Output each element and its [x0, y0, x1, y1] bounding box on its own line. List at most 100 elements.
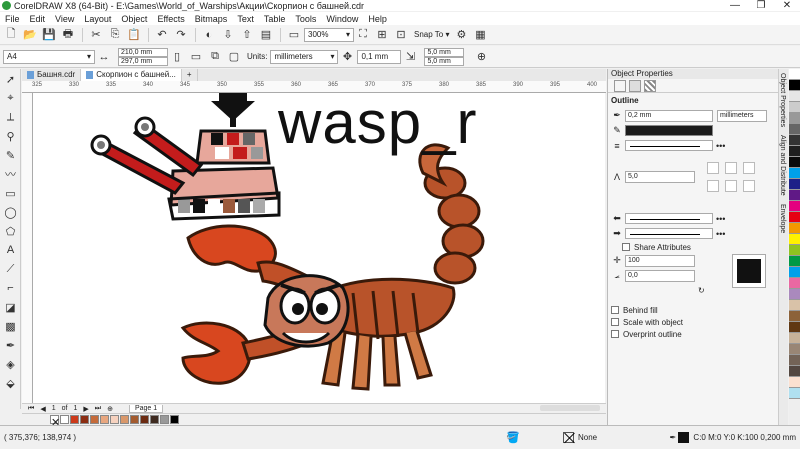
menu-layout[interactable]: Layout	[79, 14, 116, 24]
outline-tab-icon[interactable]	[614, 79, 626, 92]
menu-bitmaps[interactable]: Bitmaps	[190, 14, 233, 24]
search-content-icon[interactable]: ◐	[200, 27, 218, 43]
line-style-select[interactable]	[625, 140, 713, 151]
palette-swatch[interactable]	[789, 146, 800, 157]
palette-swatch[interactable]	[789, 245, 800, 256]
duplicate-x-field[interactable]: 5,0 mm	[424, 47, 465, 57]
new-tab-button[interactable]: +	[182, 69, 198, 81]
palette-swatch[interactable]	[789, 190, 800, 201]
drawing-canvas[interactable]: wasp_r	[33, 93, 605, 403]
undo-icon[interactable]: ↶	[153, 27, 171, 43]
last-page-icon[interactable]: ⏭	[95, 405, 101, 413]
stretch-field[interactable]: 100	[625, 254, 695, 267]
overprint-outline-checkbox[interactable]	[611, 330, 619, 338]
menu-tools[interactable]: Tools	[290, 14, 321, 24]
export-icon[interactable]: ⇧	[238, 27, 256, 43]
angle-field[interactable]: 0,0	[625, 269, 695, 282]
transparency-tool-icon[interactable]: ▩	[1, 317, 20, 335]
palette-swatch[interactable]	[789, 179, 800, 190]
ellipse-tool-icon[interactable]: ◯	[1, 203, 20, 221]
palette-swatch[interactable]	[789, 91, 800, 102]
transparency-tab-icon[interactable]	[644, 79, 656, 92]
corner-miter-icon[interactable]	[707, 162, 719, 174]
more-options-icon[interactable]: •••	[716, 214, 725, 224]
docker-tab-object-properties[interactable]: Object Properties	[779, 69, 786, 131]
menu-object[interactable]: Object	[116, 14, 152, 24]
behind-fill-checkbox[interactable]	[611, 306, 619, 314]
parallel-dimension-icon[interactable]: ⟋	[1, 260, 20, 278]
palette-swatch[interactable]	[789, 377, 800, 388]
palette-swatch[interactable]	[789, 388, 800, 399]
start-arrow-select[interactable]	[625, 213, 713, 224]
palette-swatch[interactable]	[120, 414, 129, 424]
palette-swatch[interactable]	[789, 135, 800, 146]
horizontal-ruler[interactable]: 325 330 335 340 345 350 355 360 365 370 …	[22, 81, 606, 93]
fill-indicator[interactable]: None	[563, 432, 597, 443]
page-size-select[interactable]: A4 ▾	[3, 49, 95, 64]
palette-swatch[interactable]	[789, 168, 800, 179]
add-icon[interactable]: ⊕	[472, 49, 490, 65]
cut-icon[interactable]: ✂	[87, 27, 105, 43]
menu-text[interactable]: Text	[232, 14, 259, 24]
outline-units-select[interactable]: millimeters	[717, 109, 767, 122]
menu-file[interactable]: File	[0, 14, 25, 24]
palette-swatch[interactable]	[789, 102, 800, 113]
corner-bevel-icon[interactable]	[743, 162, 755, 174]
minimize-button[interactable]: —	[722, 0, 748, 11]
palette-swatch[interactable]	[789, 157, 800, 168]
crop-tool-icon[interactable]: ⟂	[1, 108, 20, 126]
maximize-button[interactable]: ❐	[748, 0, 774, 11]
menu-table[interactable]: Table	[259, 14, 291, 24]
palette-swatch[interactable]	[789, 267, 800, 278]
palette-swatch[interactable]	[789, 278, 800, 289]
palette-swatch[interactable]	[789, 113, 800, 124]
shape-tool-icon[interactable]: ⌖	[1, 89, 20, 107]
palette-swatch[interactable]	[789, 333, 800, 344]
tab-bashnya[interactable]: Башня.cdr	[22, 69, 82, 81]
next-page-icon[interactable]: ▶	[83, 405, 88, 413]
zoom-level-select[interactable]: 300% ▾	[304, 27, 354, 42]
palette-swatch[interactable]	[789, 69, 800, 80]
palette-swatch[interactable]	[110, 414, 119, 424]
rectangle-tool-icon[interactable]: ▭	[1, 184, 20, 202]
nib-preview[interactable]	[731, 254, 766, 288]
vertical-ruler[interactable]	[22, 93, 33, 403]
pick-tool-icon[interactable]: ➚	[1, 70, 20, 88]
page-width-field[interactable]: 210,0 mm	[118, 47, 168, 57]
fill-tab-icon[interactable]	[629, 79, 641, 92]
page-tab[interactable]: Page 1	[128, 404, 164, 413]
palette-swatch[interactable]	[789, 80, 800, 91]
current-page-icon[interactable]: ▢	[225, 49, 243, 65]
units-select[interactable]: millimeters ▾	[270, 49, 339, 64]
snap-to-dropdown[interactable]: Snap To ▾	[411, 28, 452, 42]
palette-swatch[interactable]	[789, 289, 800, 300]
portrait-icon[interactable]: ▯	[168, 49, 186, 65]
palette-swatch[interactable]	[789, 256, 800, 267]
save-icon[interactable]: 💾	[40, 27, 58, 43]
end-arrow-select[interactable]	[625, 228, 713, 239]
outline-color-picker[interactable]	[625, 125, 713, 136]
landscape-icon[interactable]: ▭	[187, 49, 205, 65]
grid-icon[interactable]: ⊡	[392, 27, 410, 43]
launch-icon[interactable]: ▦	[471, 27, 489, 43]
close-button[interactable]: ✕	[774, 0, 800, 11]
palette-swatch[interactable]	[140, 414, 149, 424]
add-page-icon[interactable]: ⊕	[107, 405, 113, 413]
open-icon[interactable]: 📂	[21, 27, 39, 43]
docker-tab-envelope[interactable]: Envelope	[779, 200, 786, 237]
menu-view[interactable]: View	[50, 14, 79, 24]
canvas-text-wasp[interactable]: wasp_r	[278, 93, 477, 157]
palette-swatch[interactable]	[789, 234, 800, 245]
all-pages-icon[interactable]: ⧉	[206, 49, 224, 65]
duplicate-y-field[interactable]: 5,0 mm	[424, 56, 465, 66]
freehand-tool-icon[interactable]: ✎	[1, 146, 20, 164]
smart-fill-icon[interactable]: ⬙	[1, 374, 20, 392]
copy-icon[interactable]: ⎘	[106, 27, 124, 43]
palette-swatch[interactable]	[90, 414, 99, 424]
palette-swatch[interactable]	[789, 311, 800, 322]
palette-swatch[interactable]	[789, 344, 800, 355]
palette-swatch[interactable]	[789, 223, 800, 234]
outline-width-field[interactable]: 0,2 mm	[625, 109, 713, 122]
rulers-icon[interactable]: ⊞	[373, 27, 391, 43]
corner-round-icon[interactable]	[725, 162, 737, 174]
